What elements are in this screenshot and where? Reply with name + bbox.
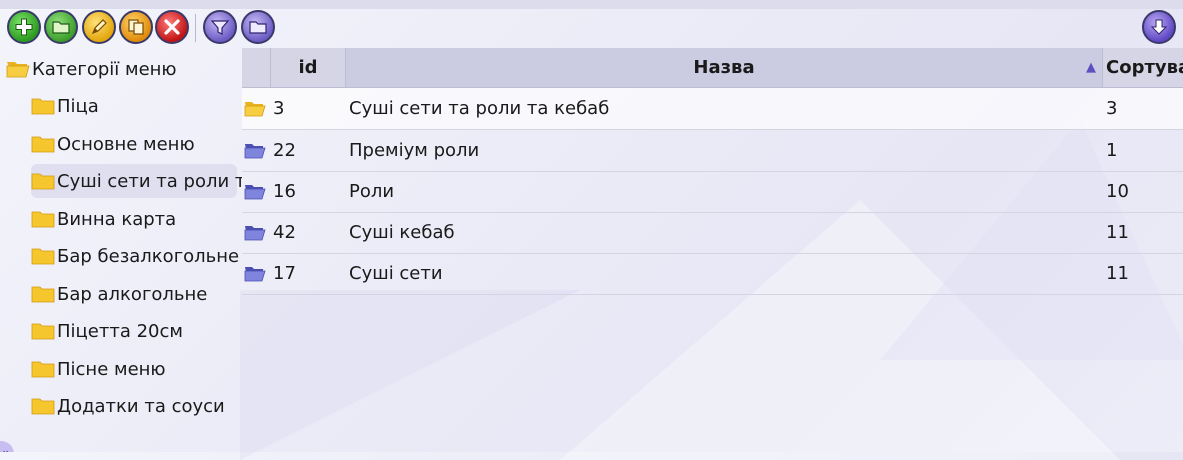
- folder-open-icon: [244, 88, 268, 129]
- tree-root[interactable]: Категорії меню: [6, 52, 177, 86]
- tree-item[interactable]: Бар безалкогольне: [31, 239, 239, 273]
- folder-icon: [31, 173, 55, 190]
- folder-icon: [31, 361, 55, 378]
- cell-id: 42: [273, 222, 296, 243]
- cell-name: Суші кебаб: [349, 222, 455, 243]
- edit-button[interactable]: [82, 10, 116, 44]
- collapse-panel-button[interactable]: «: [0, 441, 14, 452]
- tree-item-label: Бар безалкогольне: [57, 245, 240, 267]
- folder-icon: [31, 136, 55, 153]
- header-name[interactable]: Назва ▲: [346, 48, 1103, 87]
- folder-icon: [249, 21, 267, 34]
- folder-icon: [31, 211, 55, 228]
- header-name-label: Назва: [693, 57, 755, 78]
- plus-icon: [15, 18, 33, 36]
- folder-open-icon: [244, 171, 268, 212]
- tree-item-label: Піцетта 20см: [57, 320, 183, 342]
- cell-name: Преміум роли: [349, 140, 480, 161]
- tree-item[interactable]: Піцетта 20см: [31, 314, 183, 348]
- tree-item[interactable]: Винна карта: [31, 202, 176, 236]
- tree-item[interactable]: Піца: [31, 89, 99, 123]
- grid-header: id Назва ▲ Сортування: [242, 48, 1183, 88]
- open-folder-button[interactable]: [241, 10, 275, 44]
- new-folder-button[interactable]: [44, 10, 78, 44]
- folder-icon: [31, 398, 55, 415]
- pencil-icon: [91, 19, 107, 35]
- tree-item-label: Основне меню: [57, 133, 195, 155]
- cell-sort: 11: [1106, 222, 1129, 243]
- tree-item-label: Додатки та соуси: [57, 395, 225, 417]
- filter-button[interactable]: [203, 10, 237, 44]
- delete-button[interactable]: [155, 10, 189, 44]
- table-row[interactable]: 22 Преміум роли 1: [242, 130, 1183, 172]
- close-icon: [164, 19, 180, 35]
- folder-open-icon: [244, 212, 268, 253]
- cell-sort: 11: [1106, 263, 1129, 284]
- cell-id: 22: [273, 140, 296, 161]
- header-id[interactable]: id: [271, 48, 346, 87]
- table-row[interactable]: 3 Суші сети та роли та кебаб 3: [242, 88, 1183, 130]
- cell-sort: 10: [1106, 181, 1129, 202]
- tree-item[interactable]: Основне меню: [31, 127, 195, 161]
- toolbar: [0, 0, 1183, 48]
- tree-item-label: Піца: [57, 95, 99, 117]
- sort-asc-icon: ▲: [1086, 60, 1096, 75]
- arrow-down-icon: [1150, 19, 1168, 35]
- table-row[interactable]: 16 Роли 10: [242, 171, 1183, 213]
- toolbar-stripe: [0, 0, 1183, 9]
- tree-item[interactable]: Пісне меню: [31, 352, 166, 386]
- header-icon-column: [242, 48, 271, 87]
- download-button[interactable]: [1142, 10, 1176, 44]
- folder-open-icon: [244, 130, 268, 171]
- tree-root-label: Категорії меню: [32, 58, 177, 80]
- category-tree: Категорії меню Піца Основне меню Суші се…: [0, 48, 242, 452]
- filter-icon: [210, 20, 230, 35]
- toolbar-separator: [195, 14, 196, 42]
- cell-name: Суші сети та роли та кебаб: [349, 98, 610, 119]
- tree-item[interactable]: Бар алкогольне: [31, 277, 207, 311]
- folder-icon: [31, 98, 55, 115]
- cell-sort: 1: [1106, 140, 1118, 161]
- copy-icon: [128, 19, 144, 35]
- tree-item-selected[interactable]: Суші сети та роли та кебаб: [31, 164, 242, 198]
- tree-item-label: Суші сети та роли та кебаб: [57, 170, 242, 192]
- tree-item-label: Винна карта: [57, 208, 177, 230]
- add-button[interactable]: [7, 10, 41, 44]
- cell-name: Суші сети: [349, 263, 443, 284]
- folder-open-icon: [244, 253, 268, 294]
- cell-id: 17: [273, 263, 296, 284]
- copy-button[interactable]: [119, 10, 153, 44]
- tree-item-label: Бар алкогольне: [57, 283, 208, 305]
- folder-icon: [31, 286, 55, 303]
- header-sort[interactable]: Сортування: [1103, 48, 1183, 87]
- folder-icon: [52, 21, 70, 34]
- cell-name: Роли: [349, 181, 395, 202]
- folder-icon: [31, 323, 55, 340]
- subcategory-grid: id Назва ▲ Сортування 3 Суші сети та рол…: [242, 48, 1183, 452]
- folder-open-icon: [6, 62, 30, 78]
- cell-id: 16: [273, 181, 296, 202]
- table-row[interactable]: 42 Суші кебаб 11: [242, 212, 1183, 254]
- tree-item[interactable]: Додатки та соуси: [31, 389, 225, 423]
- tree-item-label: Пісне меню: [57, 358, 166, 380]
- folder-icon: [31, 248, 55, 265]
- table-row[interactable]: 17 Суші сети 11: [242, 253, 1183, 295]
- cell-id: 3: [273, 98, 285, 119]
- cell-sort: 3: [1106, 98, 1118, 119]
